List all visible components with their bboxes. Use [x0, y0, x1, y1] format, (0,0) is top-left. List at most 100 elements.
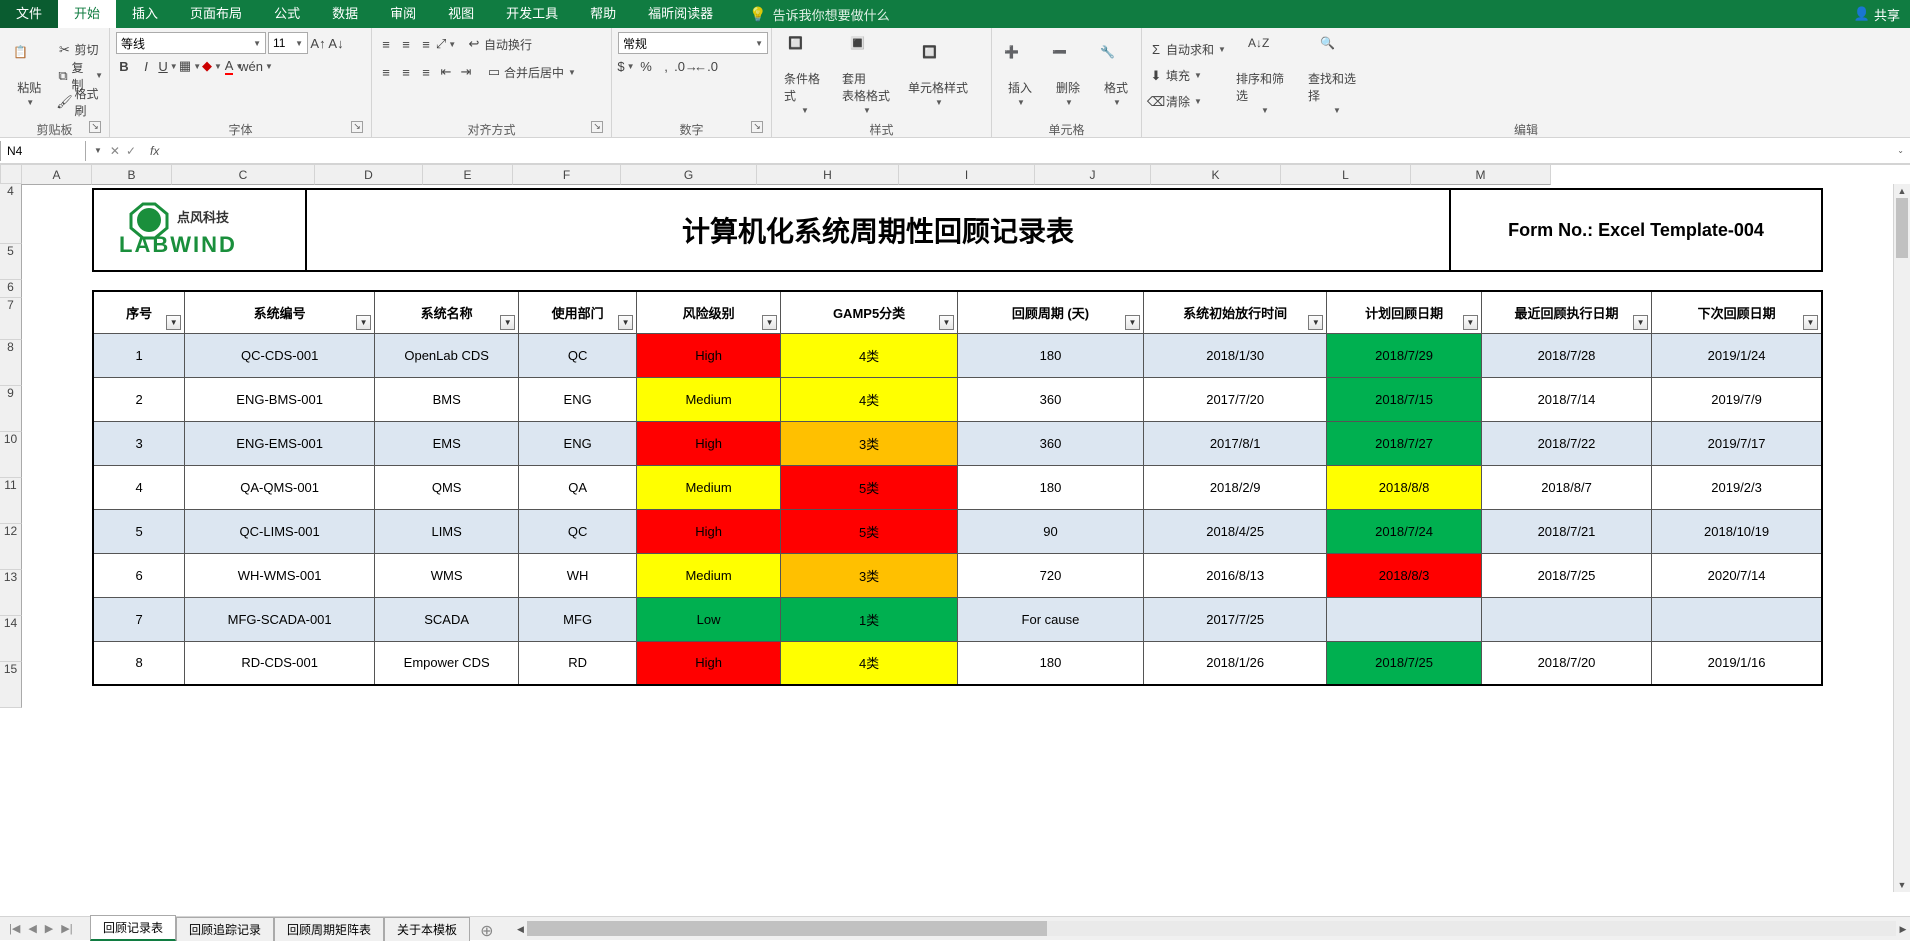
border-button[interactable]: ▦▼	[182, 58, 198, 74]
col-header[interactable]: I	[899, 165, 1035, 185]
col-header[interactable]: F	[513, 165, 621, 185]
table-cell[interactable]	[1481, 597, 1651, 641]
worksheet-grid[interactable]: A B C D E F G H I J K L M 4 5 6 7 8 9 10…	[0, 164, 1910, 909]
tab-data[interactable]: 数据	[316, 0, 374, 28]
table-cell[interactable]: 3	[93, 421, 185, 465]
table-header[interactable]: GAMP5分类▼	[781, 291, 958, 333]
table-cell[interactable]: 1	[93, 333, 185, 377]
table-cell[interactable]	[1327, 597, 1482, 641]
table-cell[interactable]: 1类	[781, 597, 958, 641]
table-cell[interactable]: MFG-SCADA-001	[185, 597, 375, 641]
delete-cells-button[interactable]: ➖删除▼	[1046, 43, 1090, 109]
table-format-button[interactable]: 🔳套用 表格格式▼	[834, 34, 898, 117]
table-cell[interactable]: 2019/1/24	[1652, 333, 1822, 377]
table-cell[interactable]: QA	[519, 465, 637, 509]
enter-formula-icon[interactable]: ✓	[126, 144, 136, 158]
filter-dropdown-icon[interactable]: ▼	[762, 315, 777, 330]
table-cell[interactable]: 180	[957, 333, 1143, 377]
orientation-icon[interactable]: ⤢▼	[438, 36, 454, 52]
table-cell[interactable]: 4	[93, 465, 185, 509]
col-header[interactable]: L	[1281, 165, 1411, 185]
table-cell[interactable]: 7	[93, 597, 185, 641]
table-cell[interactable]: 2018/8/3	[1327, 553, 1482, 597]
scroll-up-icon[interactable]: ▲	[1894, 184, 1910, 198]
autosum-button[interactable]: Σ自动求和▼	[1148, 38, 1226, 62]
row-header[interactable]: 15	[0, 662, 22, 708]
dialog-launcher-icon[interactable]: ↘	[351, 121, 363, 133]
align-middle-icon[interactable]: ≡	[398, 36, 414, 52]
table-cell[interactable]: High	[637, 421, 781, 465]
table-header[interactable]: 使用部门▼	[519, 291, 637, 333]
table-cell[interactable]: ENG	[519, 421, 637, 465]
row-header[interactable]: 13	[0, 570, 22, 616]
col-header[interactable]: D	[315, 165, 423, 185]
table-cell[interactable]: 2018/1/30	[1143, 333, 1326, 377]
clear-button[interactable]: ⌫清除▼	[1148, 90, 1226, 114]
table-header[interactable]: 计划回顾日期▼	[1327, 291, 1482, 333]
tab-pagelayout[interactable]: 页面布局	[174, 0, 258, 28]
table-cell[interactable]: 2019/7/17	[1652, 421, 1822, 465]
table-cell[interactable]: WMS	[375, 553, 519, 597]
table-cell[interactable]: 4类	[781, 377, 958, 421]
table-cell[interactable]: 2017/7/25	[1143, 597, 1326, 641]
table-cell[interactable]: QC-LIMS-001	[185, 509, 375, 553]
table-cell[interactable]: 2018/7/25	[1481, 553, 1651, 597]
currency-icon[interactable]: $▼	[618, 58, 634, 74]
table-cell[interactable]: 180	[957, 641, 1143, 685]
align-center-icon[interactable]: ≡	[398, 64, 414, 80]
table-cell[interactable]: MFG	[519, 597, 637, 641]
table-header[interactable]: 下次回顾日期▼	[1652, 291, 1822, 333]
scrollbar-thumb[interactable]	[1896, 198, 1908, 258]
table-cell[interactable]: 2019/7/9	[1652, 377, 1822, 421]
filter-dropdown-icon[interactable]: ▼	[1633, 315, 1648, 330]
col-header[interactable]: A	[22, 165, 92, 185]
table-cell[interactable]: Medium	[637, 553, 781, 597]
table-cell[interactable]: Medium	[637, 377, 781, 421]
increase-font-icon[interactable]: A↑	[310, 35, 326, 51]
col-header[interactable]: K	[1151, 165, 1281, 185]
table-cell[interactable]: 4类	[781, 333, 958, 377]
bold-button[interactable]: B	[116, 58, 132, 74]
chevron-down-icon[interactable]: ▼	[94, 146, 102, 155]
filter-dropdown-icon[interactable]: ▼	[1308, 315, 1323, 330]
filter-dropdown-icon[interactable]: ▼	[500, 315, 515, 330]
table-cell[interactable]: Empower CDS	[375, 641, 519, 685]
fx-icon[interactable]: fx	[144, 144, 165, 158]
table-cell[interactable]: Medium	[637, 465, 781, 509]
table-cell[interactable]: 2017/8/1	[1143, 421, 1326, 465]
select-all-corner[interactable]	[0, 164, 22, 184]
table-header[interactable]: 系统初始放行时间▼	[1143, 291, 1326, 333]
table-cell[interactable]: 5	[93, 509, 185, 553]
increase-decimal-icon[interactable]: .0→	[678, 58, 694, 74]
table-header[interactable]: 风险级别▼	[637, 291, 781, 333]
decrease-indent-icon[interactable]: ⇤	[438, 64, 454, 80]
table-cell[interactable]: High	[637, 509, 781, 553]
tell-me-search[interactable]: 💡 告诉我你想要做什么	[749, 5, 889, 24]
table-header[interactable]: 系统编号▼	[185, 291, 375, 333]
table-cell[interactable]: LIMS	[375, 509, 519, 553]
tab-review[interactable]: 审阅	[374, 0, 432, 28]
scroll-left-icon[interactable]: ◀	[513, 917, 527, 940]
table-cell[interactable]: 2018/10/19	[1652, 509, 1822, 553]
col-header[interactable]: E	[423, 165, 513, 185]
decrease-font-icon[interactable]: A↓	[328, 35, 344, 51]
table-cell[interactable]: 3类	[781, 421, 958, 465]
name-box[interactable]	[0, 141, 86, 161]
tab-view[interactable]: 视图	[432, 0, 490, 28]
row-header[interactable]: 12	[0, 524, 22, 570]
table-cell[interactable]: 5类	[781, 465, 958, 509]
format-cells-button[interactable]: 🔧格式▼	[1094, 43, 1138, 109]
col-header[interactable]: C	[172, 165, 315, 185]
italic-button[interactable]: I	[138, 58, 154, 74]
table-cell[interactable]: 3类	[781, 553, 958, 597]
percent-icon[interactable]: %	[638, 58, 654, 74]
col-header[interactable]: G	[621, 165, 757, 185]
comma-icon[interactable]: ,	[658, 58, 674, 74]
table-cell[interactable]: WH	[519, 553, 637, 597]
table-header[interactable]: 序号▼	[93, 291, 185, 333]
table-cell[interactable]: EMS	[375, 421, 519, 465]
fill-color-button[interactable]: ◆▼	[204, 58, 220, 74]
tab-insert[interactable]: 插入	[116, 0, 174, 28]
table-cell[interactable]: Low	[637, 597, 781, 641]
table-cell[interactable]: QMS	[375, 465, 519, 509]
